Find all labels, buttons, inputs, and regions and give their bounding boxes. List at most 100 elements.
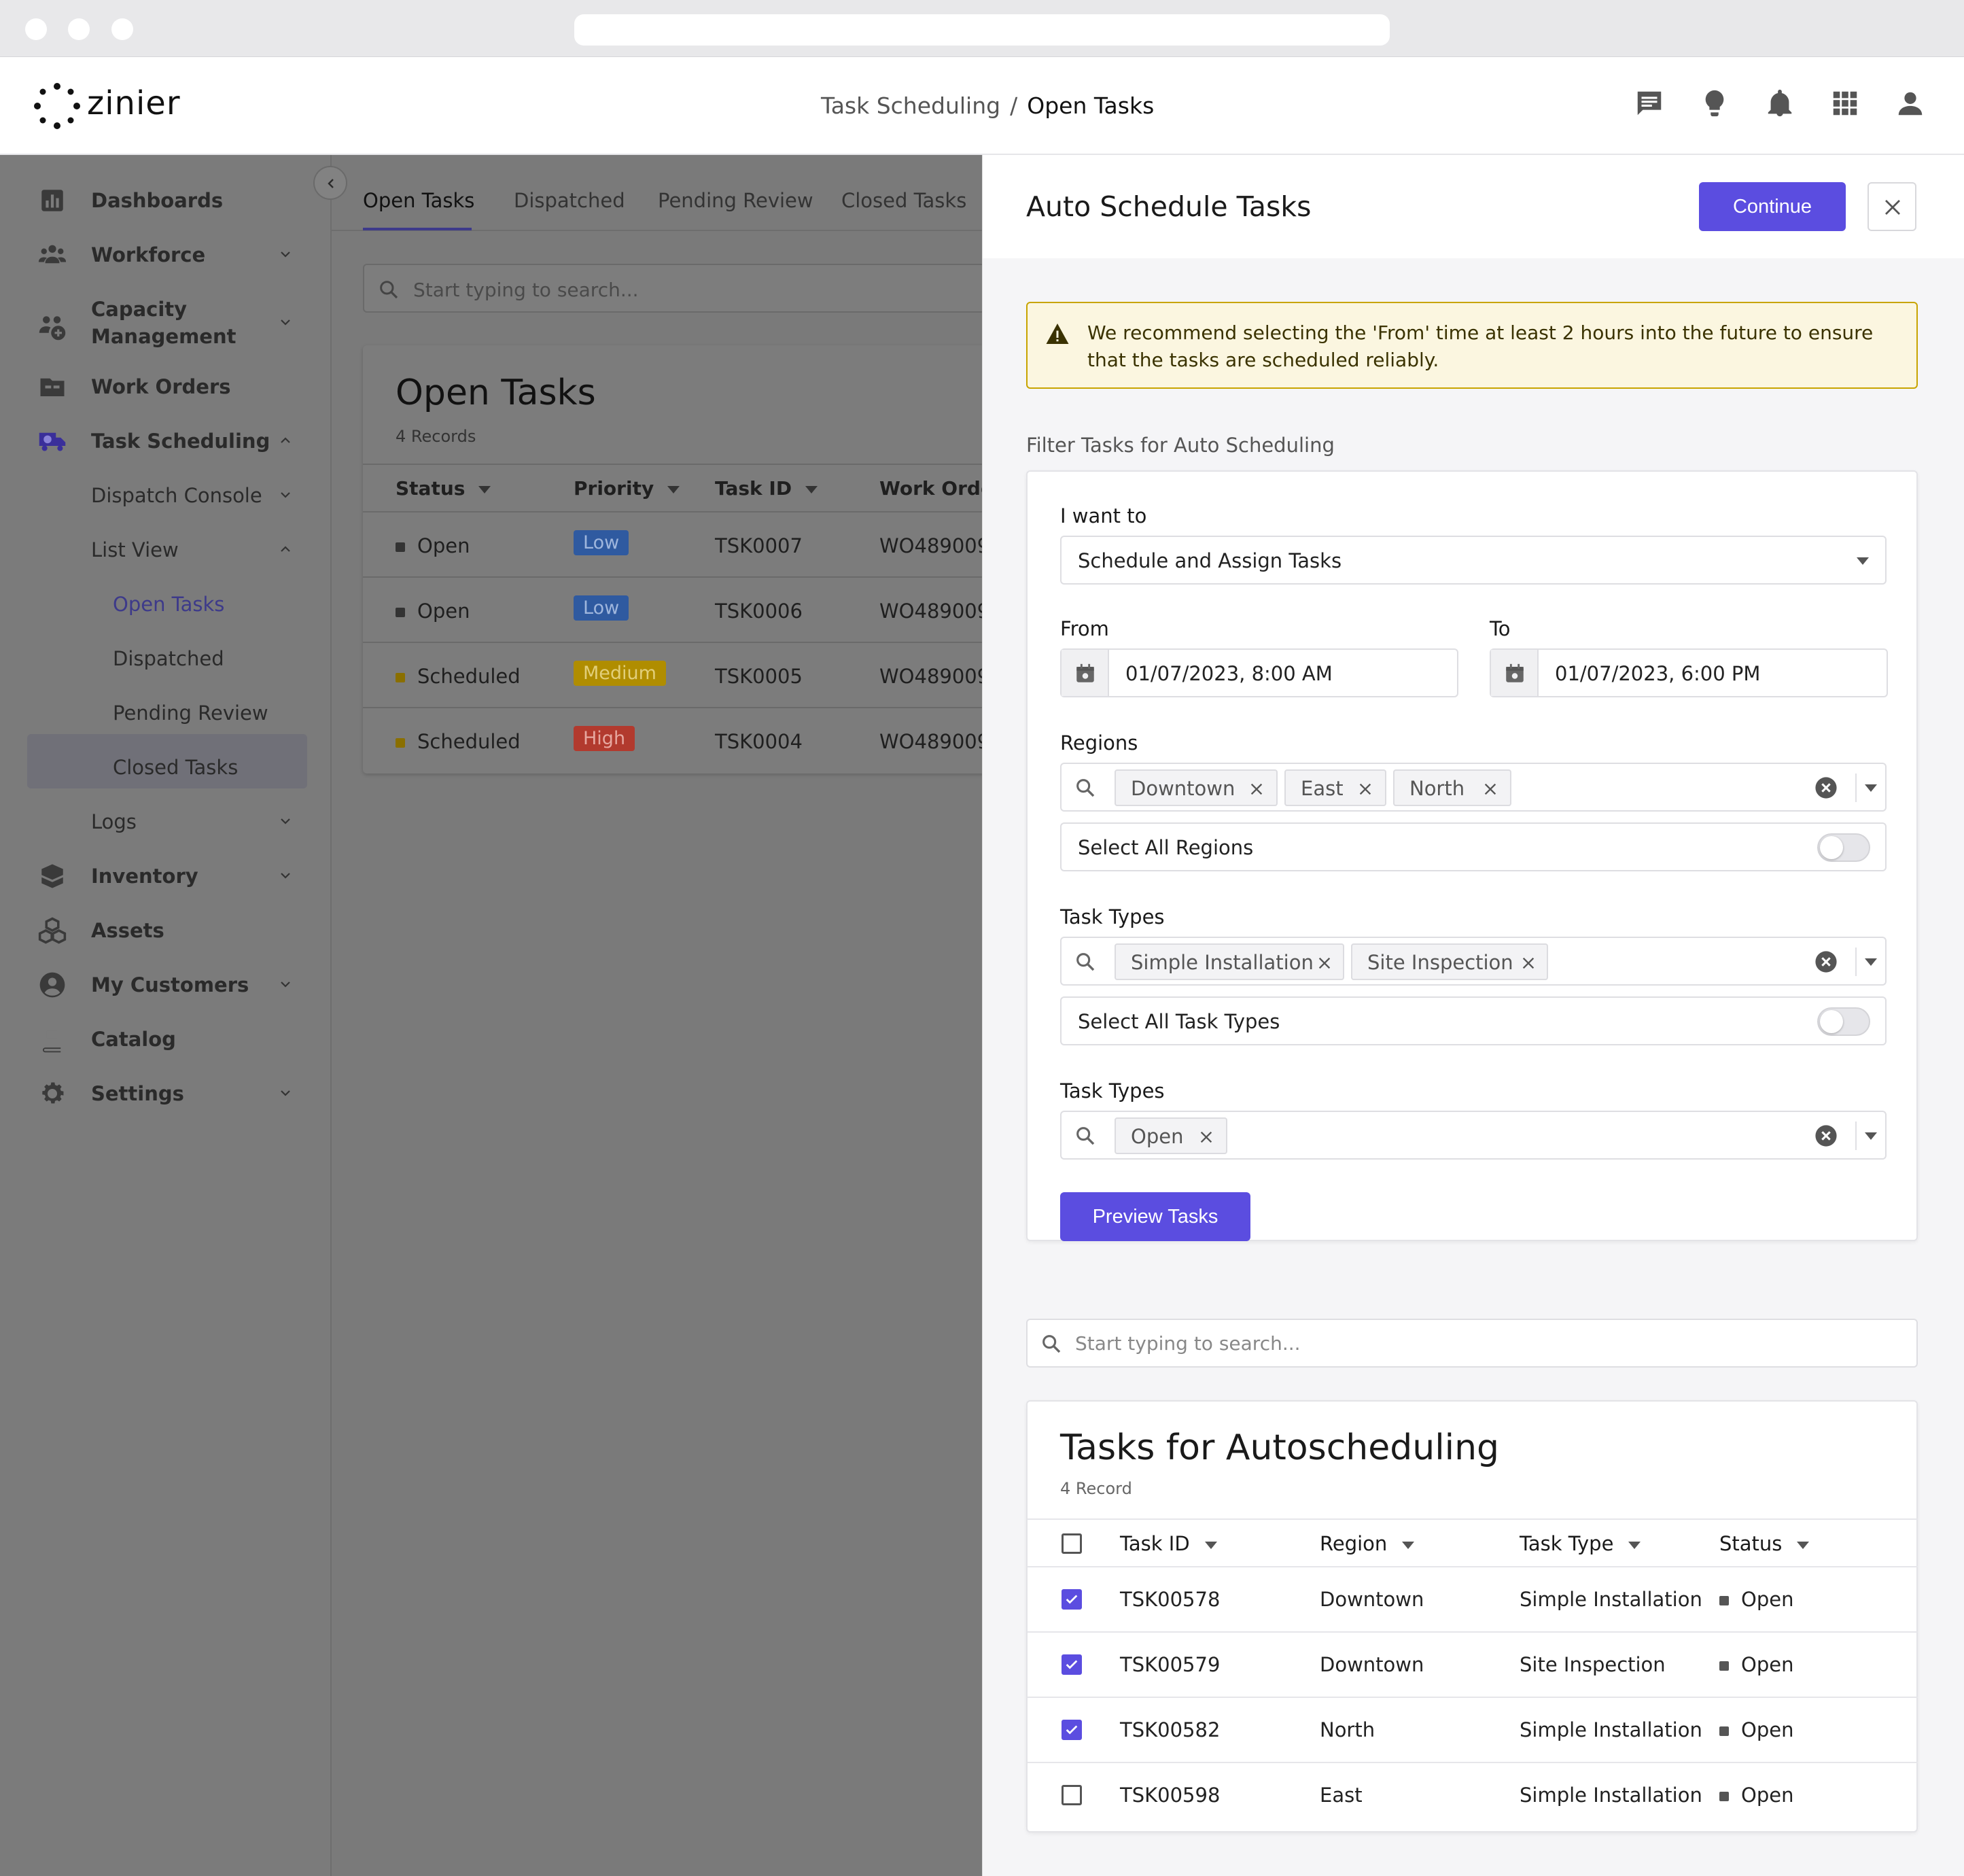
- table-row[interactable]: TSK00579 Downtown Site Inspection Open: [1028, 1633, 1918, 1698]
- i-want-to-select[interactable]: Schedule and Assign Tasks: [1060, 536, 1887, 585]
- table-row[interactable]: TSK00598 East Simple Installation Open: [1028, 1763, 1918, 1828]
- clear-all-icon[interactable]: [1814, 950, 1838, 973]
- toggle-knob: [1820, 1010, 1843, 1033]
- table-row[interactable]: TSK00578 Downtown Simple Installation Op…: [1028, 1567, 1918, 1633]
- tab-dispatched[interactable]: Dispatched: [514, 189, 625, 212]
- check-icon: [1066, 1660, 1078, 1669]
- remove-chip-icon[interactable]: [1199, 1130, 1214, 1145]
- remove-chip-icon[interactable]: [1249, 782, 1264, 797]
- sidebar-item-label: Open Tasks: [113, 593, 225, 616]
- chevron-left-icon: [328, 179, 334, 188]
- column-work-order[interactable]: Work Order: [879, 477, 982, 500]
- address-bar[interactable]: [574, 14, 1390, 46]
- select-all-checkbox[interactable]: [1062, 1533, 1082, 1554]
- dropdown-caret-icon: [1857, 557, 1869, 565]
- dropdown-caret-icon[interactable]: [1865, 784, 1877, 792]
- row-checkbox[interactable]: [1062, 1654, 1082, 1675]
- close-icon: [1885, 200, 1900, 215]
- records-count: 4 Records: [396, 427, 476, 446]
- sidebar-item-label: My Customers: [91, 973, 249, 996]
- tab-closed-tasks[interactable]: Closed Tasks: [841, 189, 966, 212]
- clear-all-icon[interactable]: [1814, 776, 1838, 799]
- window-close-dot[interactable]: [25, 18, 47, 40]
- status-cell: Open: [1719, 1718, 1793, 1741]
- task-id-cell: TSK0007: [715, 534, 803, 557]
- from-date-input[interactable]: 01/07/2023, 8:00 AM: [1060, 648, 1458, 697]
- sort-caret-icon: [805, 485, 818, 493]
- row-checkbox[interactable]: [1062, 1785, 1082, 1805]
- chip-label: Open: [1131, 1125, 1184, 1148]
- to-date-input[interactable]: 01/07/2023, 6:00 PM: [1490, 648, 1888, 697]
- filter-section-label: Filter Tasks for Auto Scheduling: [1026, 434, 1335, 457]
- task-id-cell: TSK0004: [715, 730, 803, 753]
- remove-chip-icon[interactable]: [1521, 956, 1536, 971]
- breadcrumb-current: Open Tasks: [1027, 92, 1155, 119]
- dropdown-caret-icon[interactable]: [1865, 1132, 1877, 1140]
- row-checkbox[interactable]: [1062, 1720, 1082, 1740]
- autoschedule-tasks-card: Tasks for Autoscheduling 4 Record Task I…: [1026, 1400, 1918, 1832]
- search-placeholder: Start typing to search...: [1075, 1332, 1301, 1355]
- priority-badge: Medium: [574, 661, 666, 686]
- toggle-knob: [1820, 836, 1843, 859]
- card-title: Open Tasks: [396, 372, 596, 413]
- breadcrumb-parent[interactable]: Task Scheduling: [821, 92, 1000, 119]
- tab-open-tasks[interactable]: Open Tasks: [363, 189, 474, 212]
- table-row[interactable]: Scheduled Medium TSK0005 WO4890092: [363, 643, 982, 708]
- continue-button[interactable]: Continue: [1699, 182, 1846, 231]
- column-label: Status: [396, 477, 466, 500]
- i-want-to-label: I want to: [1060, 504, 1147, 527]
- column-region[interactable]: Region: [1320, 1532, 1415, 1555]
- chat-icon[interactable]: [1634, 88, 1665, 119]
- column-task-type[interactable]: Task Type: [1520, 1532, 1641, 1555]
- select-all-task-types-toggle[interactable]: [1817, 1007, 1870, 1036]
- table-row[interactable]: Open Low TSK0006 WO4890093: [363, 578, 982, 643]
- calendar-button[interactable]: [1491, 650, 1539, 696]
- sidebar-collapse-button[interactable]: [313, 166, 347, 200]
- priority-badge: Low: [574, 530, 629, 555]
- table-row[interactable]: TSK00582 North Simple Installation Open: [1028, 1698, 1918, 1763]
- row-checkbox[interactable]: [1062, 1589, 1082, 1610]
- task-types-multiselect[interactable]: Simple Installation Site Inspection: [1060, 937, 1887, 986]
- region-cell: Downtown: [1320, 1653, 1424, 1676]
- calendar-button[interactable]: [1062, 650, 1109, 696]
- sidebar-item-label: Pending Review: [113, 701, 268, 725]
- apps-grid-icon[interactable]: [1829, 88, 1861, 119]
- bell-icon[interactable]: [1764, 88, 1795, 119]
- clear-all-icon[interactable]: [1814, 1124, 1838, 1147]
- close-button[interactable]: [1867, 182, 1916, 231]
- task-status-multiselect[interactable]: Open: [1060, 1111, 1887, 1160]
- remove-chip-icon[interactable]: [1317, 956, 1332, 971]
- divider: [1855, 774, 1857, 802]
- tasks-search-input[interactable]: Start typing to search...: [1026, 1319, 1918, 1368]
- column-status[interactable]: Status: [396, 477, 491, 500]
- remove-chip-icon[interactable]: [1358, 782, 1373, 797]
- regions-multiselect[interactable]: Downtown East North: [1060, 763, 1887, 812]
- dropdown-caret-icon[interactable]: [1865, 958, 1877, 966]
- user-icon[interactable]: [1895, 88, 1926, 119]
- window-minimize-dot[interactable]: [68, 18, 90, 40]
- column-priority[interactable]: Priority: [574, 477, 680, 500]
- table-row[interactable]: Scheduled High TSK0004 WO4890091: [363, 708, 982, 774]
- region-chip-east: East: [1284, 769, 1386, 806]
- column-task-id[interactable]: Task ID: [715, 477, 818, 500]
- status-text: Open: [1741, 1718, 1794, 1741]
- remove-chip-icon[interactable]: [1483, 782, 1498, 797]
- table-row[interactable]: Open Low TSK0007 WO4890094: [363, 513, 982, 578]
- status-dot-icon: [396, 608, 405, 617]
- preview-tasks-button[interactable]: Preview Tasks: [1060, 1192, 1250, 1241]
- select-all-regions-toggle[interactable]: [1817, 833, 1870, 862]
- sidebar-item-label: Assets: [91, 919, 164, 942]
- main-search-input[interactable]: Start typing to search...: [363, 264, 982, 313]
- tab-pending-review[interactable]: Pending Review: [658, 189, 813, 212]
- lightbulb-icon[interactable]: [1699, 88, 1730, 119]
- window-maximize-dot[interactable]: [111, 18, 133, 40]
- sidebar-item-label: Task Scheduling: [91, 430, 270, 453]
- sidebar-item-label: Closed Tasks: [113, 756, 239, 779]
- column-task-id[interactable]: Task ID: [1120, 1532, 1217, 1555]
- region-cell: Downtown: [1320, 1588, 1424, 1611]
- column-status[interactable]: Status: [1719, 1532, 1810, 1555]
- sidebar-item-label: Dispatched: [113, 647, 224, 670]
- browser-chrome: [0, 0, 1964, 57]
- search-icon: [1076, 779, 1095, 797]
- priority-badge: High: [574, 726, 635, 751]
